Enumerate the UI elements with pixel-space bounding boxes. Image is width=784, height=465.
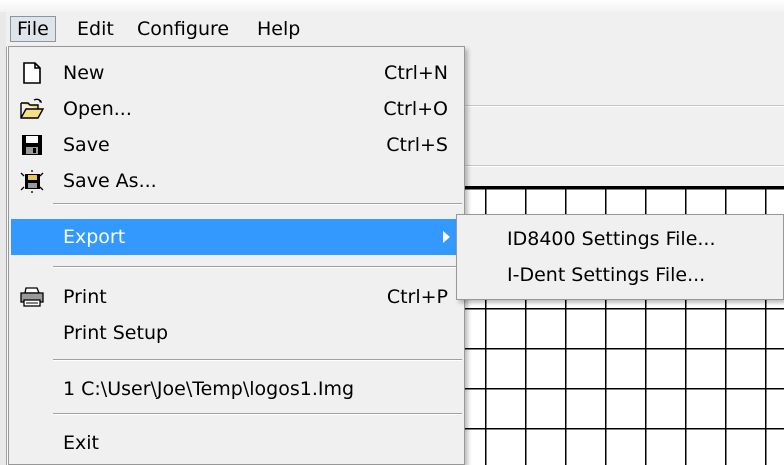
menu-configure[interactable]: Configure [131, 16, 235, 42]
submenu-item-id8400[interactable]: ID8400 Settings File... [459, 221, 781, 257]
save-as-icon [19, 169, 45, 193]
menu-file[interactable]: File [10, 16, 56, 42]
menu-item-label: Open... [63, 98, 132, 120]
menu-separator [53, 266, 462, 268]
menu-item-print[interactable]: Print Ctrl+P [11, 279, 462, 315]
printer-icon [19, 285, 45, 309]
menu-separator [53, 203, 462, 205]
toolbar-divider-highlight [465, 166, 784, 167]
menu-item-label: 1 C:\User\Joe\Temp\logos1.Img [63, 378, 355, 400]
submenu-item-ident[interactable]: I-Dent Settings File... [459, 257, 781, 293]
shortcut-label: Ctrl+P [386, 286, 448, 308]
submenu-item-label: ID8400 Settings File... [507, 228, 716, 250]
menu-edit[interactable]: Edit [71, 16, 120, 42]
submenu-item-label: I-Dent Settings File... [507, 264, 706, 286]
menu-item-label: Print [63, 286, 107, 308]
menu-separator [53, 359, 462, 361]
window-left-border [0, 12, 7, 465]
menu-help[interactable]: Help [251, 16, 306, 42]
menu-item-exit[interactable]: Exit [11, 425, 462, 461]
menu-item-label: Export [63, 226, 126, 248]
menu-item-label: Save [63, 134, 110, 156]
file-menu-dropdown: New Ctrl+N Open... Ctrl+O Save Ctrl+S Sa… [8, 46, 465, 465]
app-window: File Edit Configure Help New Ctrl+N Open… [0, 0, 784, 465]
menu-item-open[interactable]: Open... Ctrl+O [11, 91, 462, 127]
menu-separator [53, 413, 462, 415]
floppy-disk-icon [19, 133, 45, 157]
new-document-icon [19, 61, 45, 85]
shortcut-label: Ctrl+N [384, 62, 448, 84]
export-submenu: ID8400 Settings File... I-Dent Settings … [456, 214, 784, 300]
menu-item-recent-file[interactable]: 1 C:\User\Joe\Temp\logos1.Img [11, 371, 462, 407]
submenu-arrow-icon [443, 231, 450, 243]
menu-item-label: Print Setup [63, 322, 169, 344]
menu-item-save-as[interactable]: Save As... [11, 163, 462, 199]
menu-item-label: Exit [63, 432, 99, 454]
shortcut-label: Ctrl+O [383, 98, 448, 120]
menu-item-print-setup[interactable]: Print Setup [11, 315, 462, 351]
window-top-strip [0, 0, 784, 12]
menu-item-label: Save As... [63, 170, 157, 192]
menu-item-label: New [63, 62, 105, 84]
open-folder-icon [19, 97, 45, 121]
menu-item-new[interactable]: New Ctrl+N [11, 55, 462, 91]
menu-item-export[interactable]: Export [11, 219, 462, 255]
shortcut-label: Ctrl+S [386, 134, 448, 156]
menu-item-save[interactable]: Save Ctrl+S [11, 127, 462, 163]
toolbar-divider-highlight [465, 106, 784, 107]
menu-bar: File Edit Configure Help [6, 12, 784, 47]
